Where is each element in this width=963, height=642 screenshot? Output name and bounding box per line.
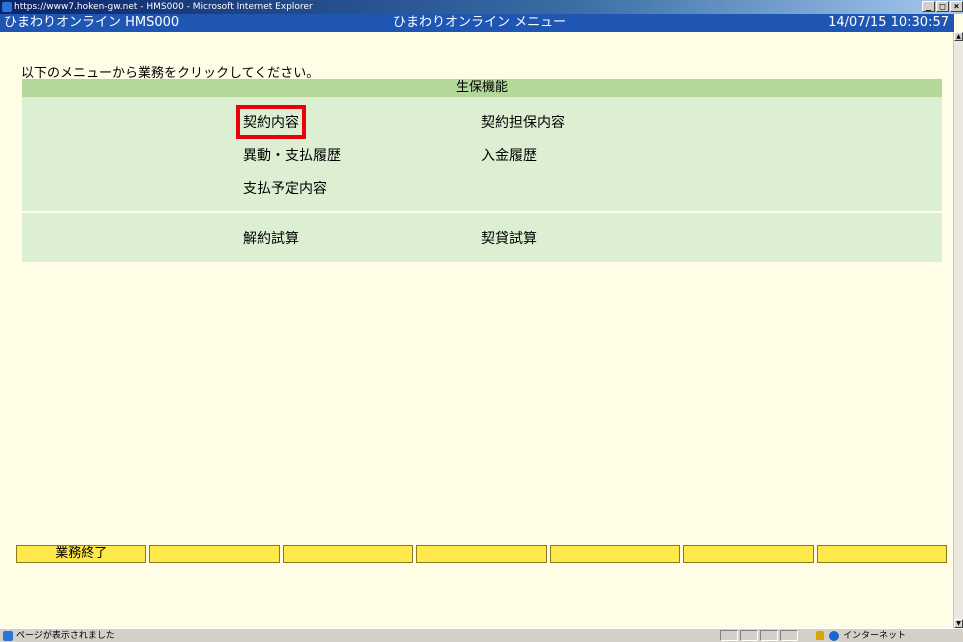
menu-panel: 生保機能 契約内容 契約担保内容 異動・支払履歴 入金履歴 支払予定内容 解約試…	[22, 79, 942, 262]
panel-divider	[22, 211, 942, 213]
security-zone: インターネット	[843, 631, 907, 641]
maximize-button[interactable]: □	[936, 1, 949, 12]
browser-window: https://www7.hoken-gw.net - HMS000 - Mic…	[0, 0, 963, 642]
minimize-button[interactable]: _	[922, 1, 935, 12]
function-key-7[interactable]	[816, 545, 947, 563]
vertical-scrollbar[interactable]: ▲ ▼	[953, 32, 963, 628]
function-key-6[interactable]	[683, 545, 814, 563]
window-controls: _ □ ×	[922, 1, 963, 13]
menu-contract-details[interactable]: 契約内容	[236, 105, 306, 139]
menu-surrender-estimate[interactable]: 解約試算	[243, 228, 299, 248]
menu-deposit-history[interactable]: 入金履歴	[481, 145, 537, 165]
function-key-3[interactable]	[282, 545, 414, 563]
menu-loan-estimate[interactable]: 契貸試算	[481, 228, 537, 248]
app-name: ひまわりオンライン HMS000	[4, 15, 180, 30]
function-key-5[interactable]	[549, 545, 681, 563]
function-key-4[interactable]	[416, 545, 547, 563]
ie-icon	[2, 2, 12, 12]
globe-icon	[829, 631, 839, 641]
status-bar: ページが表示されました インターネット	[0, 628, 963, 642]
close-button[interactable]: ×	[950, 1, 963, 12]
scroll-down-icon[interactable]: ▼	[954, 619, 963, 628]
datetime: 14/07/15 10:30:57	[828, 15, 949, 30]
status-pane	[740, 630, 758, 641]
function-key-2[interactable]	[149, 545, 280, 563]
menu-scheduled-payment[interactable]: 支払予定内容	[243, 178, 327, 198]
status-pane	[720, 630, 738, 641]
app-header: ひまわりオンライン HMS000 ひまわりオンライン メニュー 14/07/15…	[0, 14, 954, 32]
status-panes	[720, 630, 798, 641]
scroll-up-icon[interactable]: ▲	[954, 32, 963, 41]
menu-change-payment-history[interactable]: 異動・支払履歴	[243, 145, 341, 165]
lock-icon	[816, 631, 824, 640]
window-title-bar: https://www7.hoken-gw.net - HMS000 - Mic…	[0, 0, 963, 14]
status-message: ページが表示されました	[16, 631, 115, 641]
status-pane	[780, 630, 798, 641]
status-pane	[760, 630, 778, 641]
page-title: ひまわりオンライン メニュー	[393, 15, 567, 30]
end-task-button[interactable]: 業務終了	[16, 545, 147, 563]
function-key-bar: 業務終了	[16, 545, 947, 563]
page-icon	[3, 631, 13, 641]
menu-contract-coverage[interactable]: 契約担保内容	[481, 112, 565, 132]
panel-heading: 生保機能	[22, 79, 942, 97]
window-title: https://www7.hoken-gw.net - HMS000 - Mic…	[14, 2, 313, 12]
